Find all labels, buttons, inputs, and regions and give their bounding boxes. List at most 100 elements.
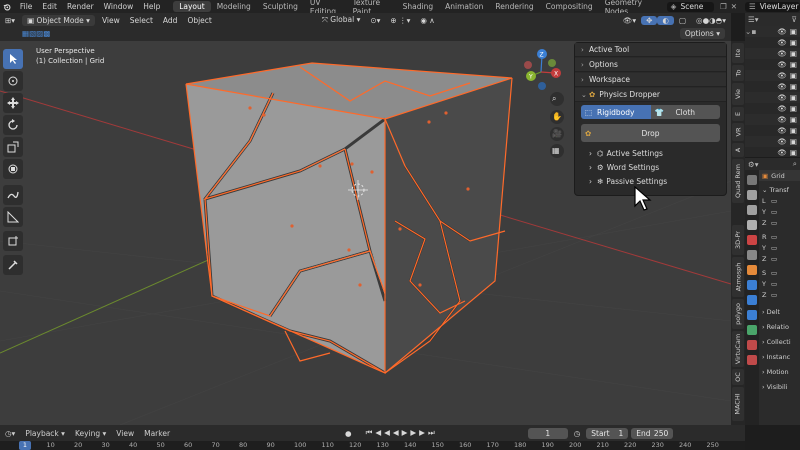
eye-icon[interactable]: 👁 [777,27,787,36]
keyframe-icon[interactable]: ▭ [771,208,777,216]
scene-copy-icon[interactable]: ❐ [720,2,727,11]
eye-icon[interactable]: 👁 [777,93,787,102]
select-mode-icons[interactable]: ▦▧▨▩ [22,29,50,38]
camera-icon[interactable]: ▣ [790,115,797,124]
eye-icon[interactable]: 👁 [777,126,787,135]
menu-select[interactable]: Select [125,16,158,25]
word-settings-row[interactable]: › ⚙ Word Settings [575,160,726,174]
outliner-row[interactable]: 👁 ▣ [745,48,800,59]
move-tool[interactable] [3,93,23,113]
record-icon[interactable]: ● [345,429,352,438]
outliner-row[interactable]: 👁 ▣ [745,114,800,125]
menu-marker[interactable]: Marker [139,429,175,438]
clock-icon[interactable]: ◷ [574,429,581,438]
physics-tab-icon[interactable] [747,310,757,320]
camera-icon[interactable]: ▣ [790,71,797,80]
tab-item[interactable]: Ite [732,43,744,63]
camera-icon[interactable]: ▣ [790,104,797,113]
eye-icon[interactable]: 👁 [777,49,787,58]
rotation-x-field[interactable]: R ▭ [759,231,800,242]
outliner-row[interactable]: 👁 ▣ [745,70,800,81]
instancing-section[interactable]: › Instanc [759,351,800,362]
mode-dropdown[interactable]: ▣ Object Mode ▾ [22,14,95,26]
menu-help[interactable]: Help [138,2,165,11]
camera-icon[interactable]: ▣ [790,148,797,157]
workspace-tab-shading[interactable]: Shading [397,1,439,12]
tab-a[interactable]: A [732,143,744,157]
workspace-tab-rendering[interactable]: Rendering [489,1,539,12]
workspace-tab-layout[interactable]: Layout [173,1,211,12]
outliner-row[interactable]: 👁 ▣ [745,103,800,114]
outliner-row[interactable]: ⌄▪ 👁 ▣ [745,26,800,37]
outliner-row[interactable]: 👁 ▣ [745,37,800,48]
keyframe-icon[interactable]: ▭ [771,291,777,299]
editor-type-icon[interactable]: ◷▾ [0,429,20,438]
eye-icon[interactable]: 👁 [777,82,787,91]
camera-icon[interactable]: ▣ [790,137,797,146]
camera-icon[interactable]: ▣ [790,93,797,102]
perspective-grid-icon[interactable]: ▦ [552,146,560,155]
current-frame-field[interactable]: 1 [527,427,568,439]
3d-viewport[interactable]: Z X Y ⌕ ✋ 🎥 ▦ User Perspective (1) Colle… [0,41,731,425]
search-icon[interactable]: ⌕ [793,159,797,169]
delta-transform-section[interactable]: › Delt [759,306,800,317]
eye-icon[interactable]: 👁 [777,60,787,69]
panel-physics-dropper[interactable]: ⌄ ✿ Physics Dropper [575,88,726,102]
end-frame-field[interactable]: End 250 [631,427,674,439]
menu-render[interactable]: Render [62,2,99,11]
scene-tab-icon[interactable] [747,235,757,245]
menu-keying[interactable]: Keying ▾ [70,429,111,438]
tab-vr[interactable]: VR [732,123,744,141]
tab-e[interactable]: E [732,107,744,121]
panel-workspace[interactable]: › Workspace [575,73,726,87]
xray-toggle-icon[interactable]: ▢ [674,16,691,25]
outliner-row[interactable]: 👁 ▣ [745,59,800,70]
tab-quad-remesh[interactable]: Quad Rem [732,159,744,203]
panel-active-tool[interactable]: › Active Tool [575,43,726,57]
tab-tool[interactable]: To [732,65,744,81]
panel-options[interactable]: › Options [575,58,726,72]
eye-icon[interactable]: 👁 [777,148,787,157]
navigation-gizmo[interactable]: Z X Y [524,49,561,90]
relations-section[interactable]: › Relatio [759,321,800,332]
location-x-field[interactable]: L ▭ [759,195,800,206]
rotate-tool[interactable] [3,115,23,135]
pivot-icon[interactable]: ⊙▾ [365,16,385,25]
tab-3d-print[interactable]: 3D-Pr [732,225,744,255]
gizmo-toggle-icon[interactable]: ✥ [641,15,658,25]
tab-virtucam[interactable]: VirtuCam [732,331,744,367]
object-tab-icon[interactable] [747,265,757,275]
scene-selector[interactable]: ◈ Scene [666,1,714,12]
data-tab-icon[interactable] [747,325,757,335]
tab-view[interactable]: Vie [732,83,744,105]
camera-icon[interactable]: 🎥 [552,129,562,138]
editor-type-icon[interactable]: ⊞▾ [0,16,20,25]
eye-icon[interactable]: 👁 [777,115,787,124]
menu-view[interactable]: View [97,16,125,25]
rotation-y-field[interactable]: Y ▭ [759,242,800,253]
blender-logo-icon[interactable] [3,2,11,12]
cloth-button[interactable]: 👕 Cloth [650,105,720,119]
camera-icon[interactable]: ▣ [790,38,797,47]
tab-polygoniq[interactable]: polygo [732,299,744,329]
scale-x-field[interactable]: S ▭ [759,267,800,278]
rigidbody-button[interactable]: ⬚ Rigidbody [581,105,651,119]
object-name-field[interactable]: ▣ Grid [759,170,800,181]
camera-icon[interactable]: ▣ [790,126,797,135]
location-y-field[interactable]: Y ▭ [759,206,800,217]
location-z-field[interactable]: Z ▭ [759,217,800,228]
keyframe-icon[interactable]: ▭ [771,244,777,252]
scale-y-field[interactable]: Y ▭ [759,278,800,289]
workspace-tab-modeling[interactable]: Modeling [211,1,257,12]
workspace-tab-compositing[interactable]: Compositing [540,1,599,12]
menu-add[interactable]: Add [158,16,183,25]
annotate-tool[interactable] [3,185,23,205]
material-tab-icon[interactable] [747,340,757,350]
menu-object[interactable]: Object [182,16,216,25]
camera-icon[interactable]: ▣ [790,27,797,36]
drop-button[interactable]: ✿ Drop [581,124,720,142]
add-cube-tool[interactable] [3,231,23,251]
eye-icon[interactable]: 👁 [777,71,787,80]
tab-atmosphere[interactable]: Atmosph [732,257,744,297]
shading-mode-icons[interactable]: ◎●◑◓▾ [691,16,731,25]
